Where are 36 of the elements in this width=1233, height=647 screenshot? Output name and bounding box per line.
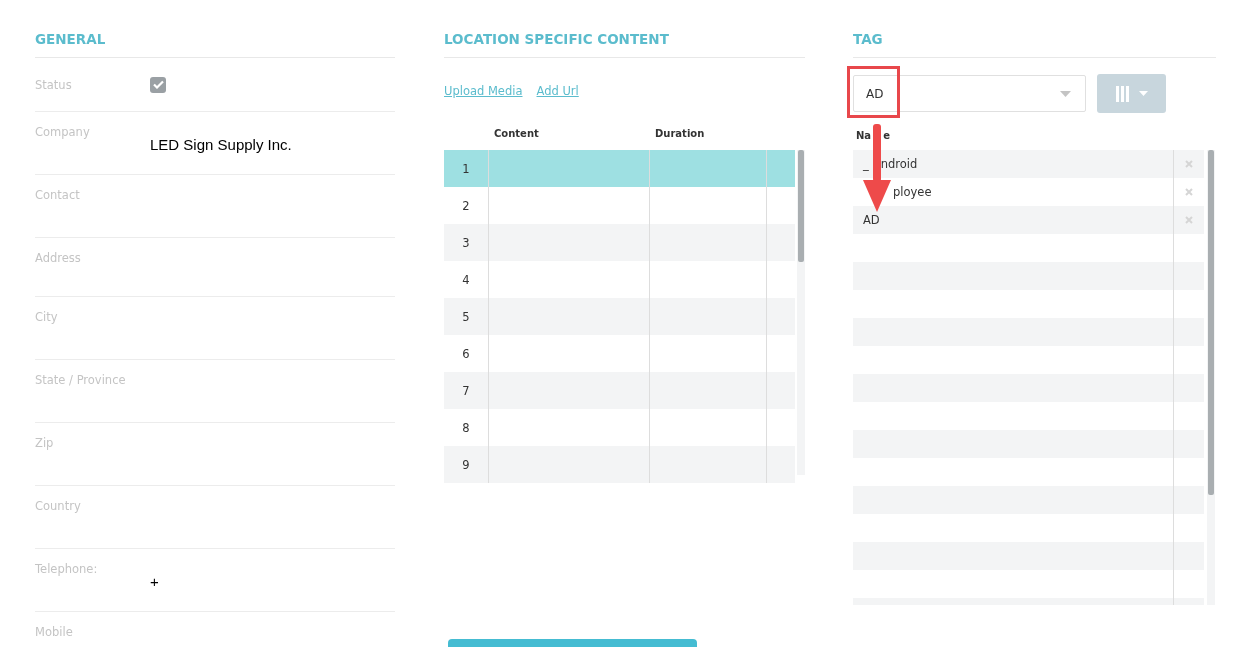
row-number[interactable]: 8 xyxy=(444,409,488,446)
select-value: AD xyxy=(866,86,884,101)
tag-row[interactable]: AD xyxy=(853,206,1204,234)
section-heading: LOCATION SPECIFIC CONTENT xyxy=(444,31,669,47)
field-value: LED Sign Supply Inc. xyxy=(150,135,292,153)
field-label: Status xyxy=(35,77,72,92)
row-number[interactable]: 2 xyxy=(444,187,488,224)
row-number[interactable]: 5 xyxy=(444,298,488,335)
field-label: Contact xyxy=(35,187,80,202)
field-label: City xyxy=(35,309,58,324)
tag-row[interactable]: _ ndroid xyxy=(853,150,1204,178)
field-label: Mobile xyxy=(35,624,73,639)
field-label: Company xyxy=(35,124,90,139)
field-label: Telephone: xyxy=(35,561,98,576)
row-number[interactable]: 3 xyxy=(444,224,488,261)
tag-name: ndroid xyxy=(880,157,918,171)
column-header: Content xyxy=(493,128,540,141)
section-heading: TAG xyxy=(853,31,883,47)
tag-name: AD xyxy=(863,213,880,227)
field-value: + xyxy=(150,572,159,590)
tag-select[interactable]: AD xyxy=(853,75,1086,112)
column-header: Na xyxy=(856,130,872,143)
field-label: State / Province xyxy=(35,372,126,387)
row-number[interactable]: 1 xyxy=(444,150,488,187)
row-number[interactable]: 4 xyxy=(444,261,488,298)
section-heading: GENERAL xyxy=(35,31,106,47)
row-number[interactable]: 7 xyxy=(444,372,488,409)
tag-name: _ xyxy=(863,157,869,171)
column-header: e xyxy=(883,130,890,143)
column-header: Duration xyxy=(654,128,706,141)
field-label: Country xyxy=(35,498,81,513)
field-label: Address xyxy=(35,250,81,265)
row-number[interactable]: 9 xyxy=(444,446,488,483)
tag-name: ployee xyxy=(893,185,932,199)
row-number[interactable]: 6 xyxy=(444,335,488,372)
field-label: Zip xyxy=(35,435,54,450)
